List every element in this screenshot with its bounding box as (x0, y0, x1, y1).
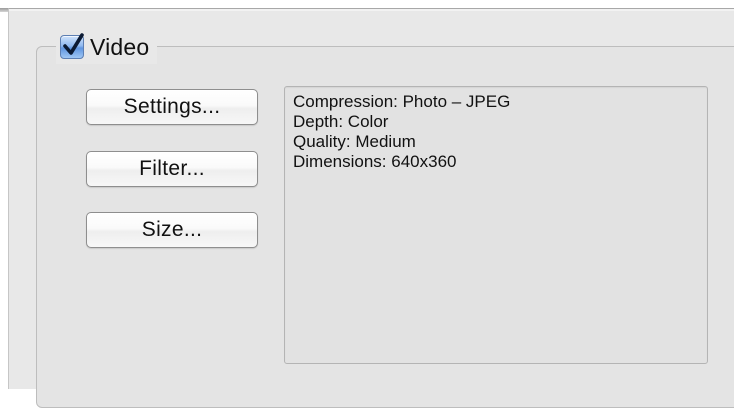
checkmark-icon (63, 33, 84, 55)
depth-info: Depth: Color (293, 112, 389, 131)
video-checkbox[interactable] (60, 33, 84, 59)
compression-info: Compression: Photo – JPEG (293, 92, 511, 111)
settings-button[interactable]: Settings... (86, 89, 258, 125)
filter-button[interactable]: Filter... (86, 151, 258, 187)
video-group-legend: Video (56, 30, 158, 64)
size-button[interactable]: Size... (86, 212, 258, 248)
quality-info: Quality: Medium (293, 132, 416, 151)
video-checkbox-label[interactable]: Video (90, 34, 149, 61)
video-summary-box: Compression: Photo – JPEG Depth: Color Q… (284, 86, 708, 364)
dimensions-info: Dimensions: 640x360 (293, 152, 457, 171)
